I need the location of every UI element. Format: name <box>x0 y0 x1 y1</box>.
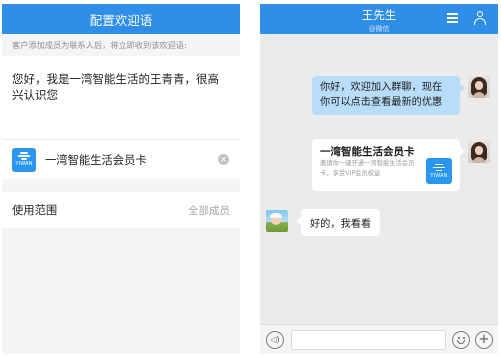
welcome-message-input[interactable]: 您好，我是一湾智能生活的王青青，很高兴认识您 <box>2 56 240 139</box>
chat-screen: 王先生 @微信 你好，欢迎加入群聊，现在你可以点击查看最新的优惠 一湾智能生活会… <box>260 4 498 354</box>
page-title: 配置欢迎语 <box>89 12 153 28</box>
welcome-config-screen: 配置欢迎语 客户添加成员为联系人后，将立即收到该欢迎语: 您好，我是一湾智能生活… <box>2 4 240 354</box>
person-icon[interactable] <box>473 11 487 27</box>
plus-icon[interactable]: + <box>475 331 493 349</box>
chat-input-bar: ◁) + <box>260 324 498 354</box>
membership-card-message[interactable]: 一湾智能生活会员卡 邀请你一键开通一湾智能生活会员卡，享受VIP会员权益 YIW… <box>312 139 465 191</box>
logo-text: YIWAN <box>430 172 448 179</box>
chat-subtitle: @微信 <box>368 25 390 33</box>
scope-label: 使用范围 <box>12 204 58 217</box>
section-divider <box>2 179 240 192</box>
message-bubble[interactable]: 你好，欢迎加入群聊，现在你可以点击查看最新的优惠 <box>312 76 465 115</box>
message-input[interactable] <box>291 330 446 350</box>
chat-title: 王先生 <box>361 8 397 22</box>
config-header: 配置欢迎语 <box>2 4 240 34</box>
message-bubble[interactable]: 好的，我看看 <box>295 209 381 236</box>
sender-avatar[interactable] <box>468 76 490 98</box>
yiwan-logo: YIWAN <box>426 158 452 184</box>
menu-icon[interactable] <box>447 13 458 23</box>
clear-icon[interactable]: ✕ <box>218 154 229 165</box>
attachment-card[interactable]: YIWAN 一湾智能生活会员卡 ✕ <box>2 139 240 179</box>
card-description: 邀请你一键开通一湾智能生活会员卡，享受VIP会员权益 <box>320 160 415 177</box>
logo-text: YIWAN <box>15 161 33 167</box>
welcome-hint: 客户添加成员为联系人后，将立即收到该欢迎语: <box>2 34 240 56</box>
scope-value: 全部成员 <box>188 204 230 217</box>
chat-header: 王先生 @微信 <box>260 4 498 34</box>
voice-icon[interactable]: ◁) <box>266 331 284 349</box>
emoji-icon[interactable] <box>452 331 470 349</box>
attachment-name: 一湾智能生活会员卡 <box>45 153 147 167</box>
usage-scope-row[interactable]: 使用范围 全部成员 <box>2 192 240 228</box>
card-title: 一湾智能生活会员卡 <box>320 146 415 158</box>
sender-avatar[interactable] <box>468 141 490 163</box>
yiwan-logo: YIWAN <box>12 147 36 172</box>
contact-avatar[interactable] <box>266 210 288 232</box>
